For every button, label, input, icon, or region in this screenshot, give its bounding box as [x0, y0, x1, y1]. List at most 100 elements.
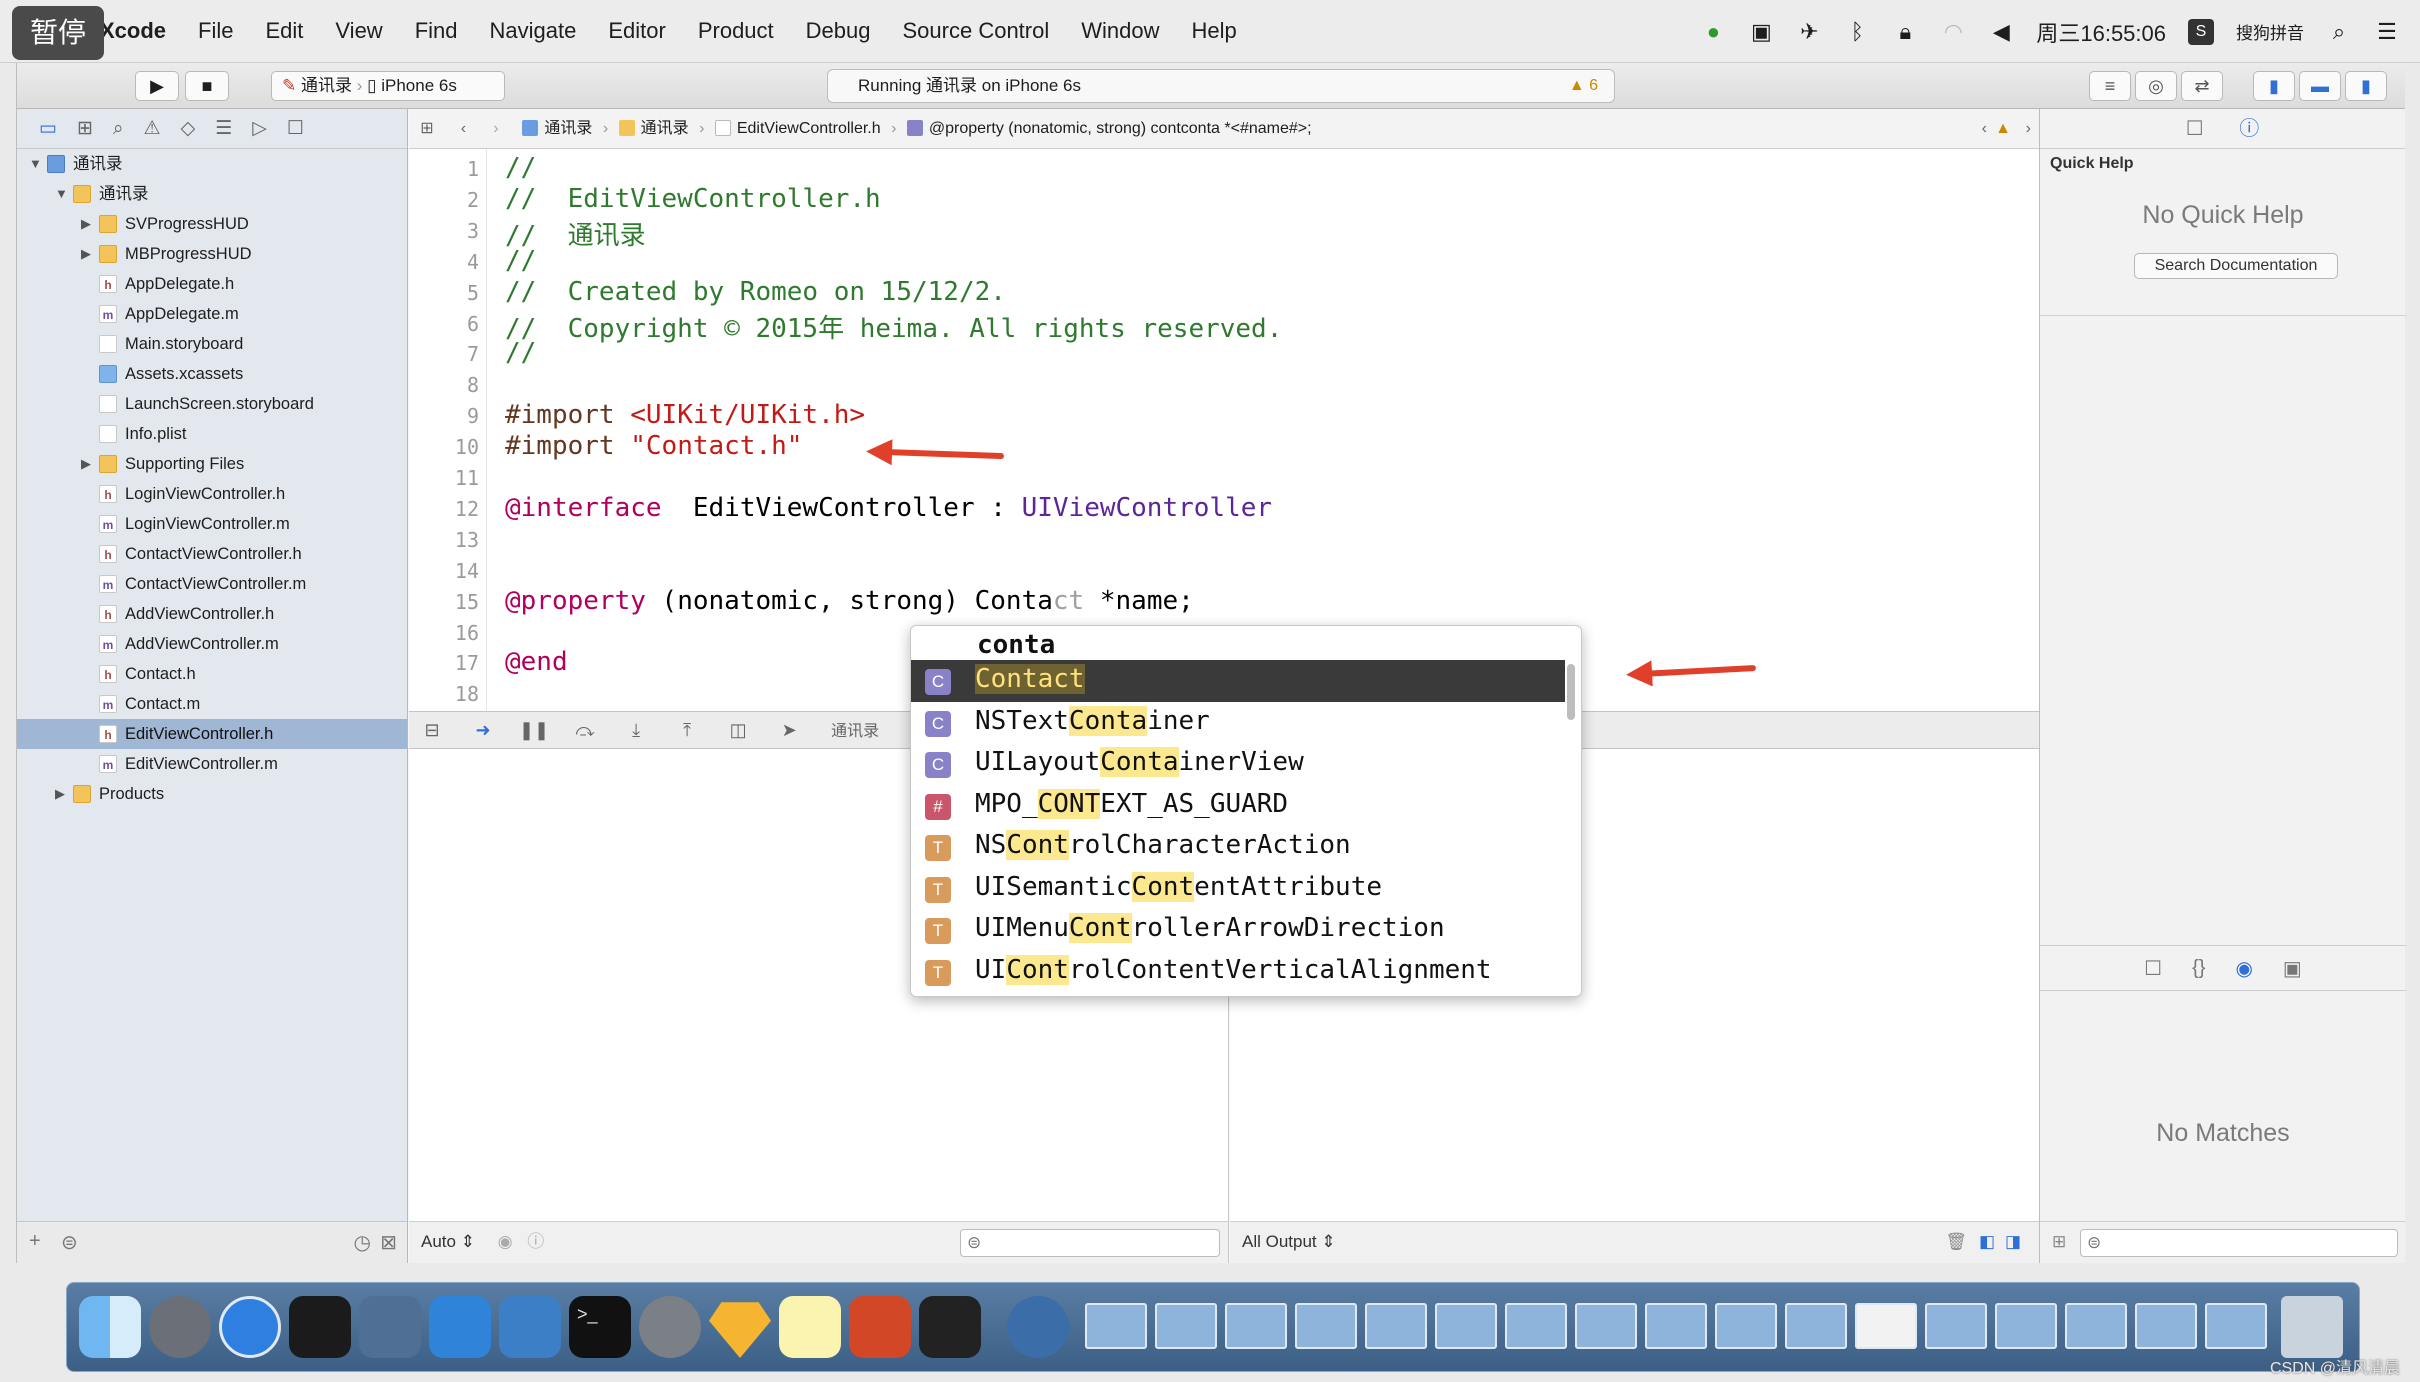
warning-icon[interactable]: ▲ [1995, 109, 2011, 149]
menu-edit[interactable]: Edit [249, 18, 319, 44]
menu-view[interactable]: View [319, 18, 398, 44]
info-icon[interactable]: ⓘ [527, 1232, 544, 1251]
notification-center-icon[interactable]: ☰ [2374, 19, 2400, 45]
completion-item[interactable]: C NSTextContainer [911, 702, 1565, 744]
completion-item[interactable]: T UISemanticContentAttribute [911, 868, 1565, 910]
debug-tab-icon[interactable]: ☰ [215, 117, 232, 140]
prev-issue-icon[interactable]: ‹ [1982, 109, 1987, 149]
code-line[interactable]: #import <UIKit/UIKit.h> [505, 400, 865, 430]
breakpoint-tab-icon[interactable]: ▷ [252, 117, 267, 140]
code-line[interactable]: @interface EditViewController : UIViewCo… [505, 493, 1272, 523]
variables-scope-select[interactable]: Auto [421, 1232, 456, 1251]
completion-item[interactable]: T UIControlContentVerticalAlignment [911, 951, 1565, 993]
symbol-tab-icon[interactable]: ⊞ [77, 117, 93, 140]
next-issue-icon[interactable]: › [2026, 109, 2031, 149]
recent-icon[interactable]: ◷ [354, 1230, 371, 1255]
filter-icon[interactable]: ⊜ [61, 1230, 78, 1255]
find-tab-icon[interactable]: ⌕ [113, 118, 124, 140]
launchpad-icon[interactable] [149, 1296, 211, 1358]
tree-item[interactable]: m LoginViewController.m [17, 509, 407, 539]
hide-debug-area-icon[interactable]: ⊟ [409, 712, 455, 748]
completion-item[interactable]: C Contact [911, 660, 1565, 702]
finder-icon[interactable] [79, 1296, 141, 1358]
library-filter-input[interactable]: ⊜ [2080, 1229, 2398, 1257]
tree-item[interactable]: Assets.xcassets [17, 359, 407, 389]
tree-item[interactable]: h AppDelegate.h [17, 269, 407, 299]
photo-slideshow-icon[interactable] [359, 1296, 421, 1358]
toggle-debug-area-button[interactable]: ▬ [2299, 71, 2341, 101]
forward-icon[interactable]: › [482, 109, 510, 149]
quicktime-icon[interactable] [1007, 1296, 1069, 1358]
menu-source-control[interactable]: Source Control [887, 18, 1066, 44]
code-line[interactable]: @end [505, 647, 568, 677]
tree-item[interactable]: h AddViewController.h [17, 599, 407, 629]
breakpoints-toggle-icon[interactable]: ➜ [460, 712, 506, 748]
code-line[interactable]: #import "Contact.h" [505, 431, 802, 461]
toggle-navigator-button[interactable]: ▮ [2253, 71, 2295, 101]
tree-item[interactable]: ▼ 通讯录 [17, 149, 407, 179]
minimized-window[interactable] [1085, 1303, 1147, 1349]
code-snippet-icon[interactable]: {} [2192, 957, 2205, 980]
safari-icon[interactable] [219, 1296, 281, 1358]
minimized-window[interactable] [1785, 1303, 1847, 1349]
file-inspector-icon[interactable]: ☐ [2186, 118, 2204, 140]
add-icon[interactable]: + [29, 1230, 41, 1253]
menu-product[interactable]: Product [682, 18, 790, 44]
file-template-icon[interactable]: ☐ [2144, 956, 2162, 981]
trash-icon[interactable] [2281, 1296, 2343, 1358]
completion-item[interactable]: C UILayoutContainerView [911, 743, 1565, 785]
xcode-icon[interactable] [429, 1296, 491, 1358]
folder-tab-icon[interactable]: ▭ [39, 117, 57, 140]
step-out-icon[interactable]: ⤒ [664, 712, 710, 748]
standard-editor-button[interactable]: ≡ [2089, 71, 2131, 101]
volume-icon[interactable]: ◀ [1988, 19, 2014, 45]
terminal-icon[interactable]: >_ [569, 1296, 631, 1358]
minimized-window[interactable] [2205, 1303, 2267, 1349]
variables-filter-input[interactable]: ⊜ [960, 1229, 1220, 1257]
tree-item[interactable]: ▶ Supporting Files [17, 449, 407, 479]
minimized-window[interactable] [1925, 1303, 1987, 1349]
scheme-selector[interactable]: ✎ 通讯录 › ▯ iPhone 6s [271, 71, 505, 101]
pause-icon[interactable]: ❚❚ [511, 712, 557, 748]
record-status-icon[interactable]: ● [1700, 19, 1726, 45]
instruments-icon[interactable] [499, 1296, 561, 1358]
disclosure-open-icon[interactable]: ▼ [29, 149, 42, 179]
tree-item[interactable]: m AppDelegate.m [17, 299, 407, 329]
object-library-icon[interactable]: ◉ [2235, 956, 2252, 981]
minimized-window[interactable] [1715, 1303, 1777, 1349]
tree-item[interactable]: ▶ MBProgressHUD [17, 239, 407, 269]
media-library-icon[interactable]: ▣ [2283, 956, 2302, 981]
tree-item[interactable]: Main.storyboard [17, 329, 407, 359]
split-view-left-icon[interactable]: ◧ [1979, 1222, 1995, 1262]
tree-item[interactable]: LaunchScreen.storyboard [17, 389, 407, 419]
disclosure-closed-icon[interactable]: ▶ [81, 239, 91, 269]
crumb-project[interactable]: 通讯录 [522, 109, 592, 149]
bluetooth-icon[interactable]: ᛒ [1844, 19, 1870, 45]
wifi-icon[interactable]: ◠ [1940, 19, 1966, 45]
menu-navigate[interactable]: Navigate [474, 18, 593, 44]
disclosure-closed-icon[interactable]: ▶ [81, 209, 91, 239]
minimized-window[interactable] [1365, 1303, 1427, 1349]
search-documentation-button[interactable]: Search Documentation [2134, 253, 2338, 279]
run-button[interactable]: ▶ [135, 71, 179, 101]
code-line[interactable]: @property (nonatomic, strong) Contact *n… [505, 586, 1194, 616]
back-icon[interactable]: ‹ [449, 109, 477, 149]
sketch-icon[interactable] [709, 1302, 771, 1358]
code-completion-popup[interactable]: conta C Contact C NSTextContainer C UILayoutC… [910, 625, 1582, 997]
minimized-window[interactable] [2065, 1303, 2127, 1349]
completion-scrollbar[interactable] [1567, 664, 1575, 720]
tree-item[interactable]: Info.plist [17, 419, 407, 449]
tree-item[interactable]: m AddViewController.m [17, 629, 407, 659]
related-items-icon[interactable]: ⊞ [409, 109, 445, 149]
code-line[interactable]: // EditViewController.h [505, 184, 881, 214]
completion-item[interactable]: T UIMenuControllerArrowDirection [911, 909, 1565, 951]
minimized-window[interactable] [1855, 1303, 1917, 1349]
tree-item[interactable]: m ContactViewController.m [17, 569, 407, 599]
toggle-utilities-button[interactable]: ▮ [2345, 71, 2387, 101]
completion-item[interactable]: # MPO_CONTEXT_AS_GUARD [911, 785, 1565, 827]
minimized-window[interactable] [1295, 1303, 1357, 1349]
minimized-window[interactable] [1645, 1303, 1707, 1349]
minimized-window[interactable] [1995, 1303, 2057, 1349]
input-method-label[interactable]: 搜狗拼音 [2236, 19, 2304, 44]
menu-debug[interactable]: Debug [790, 18, 887, 44]
